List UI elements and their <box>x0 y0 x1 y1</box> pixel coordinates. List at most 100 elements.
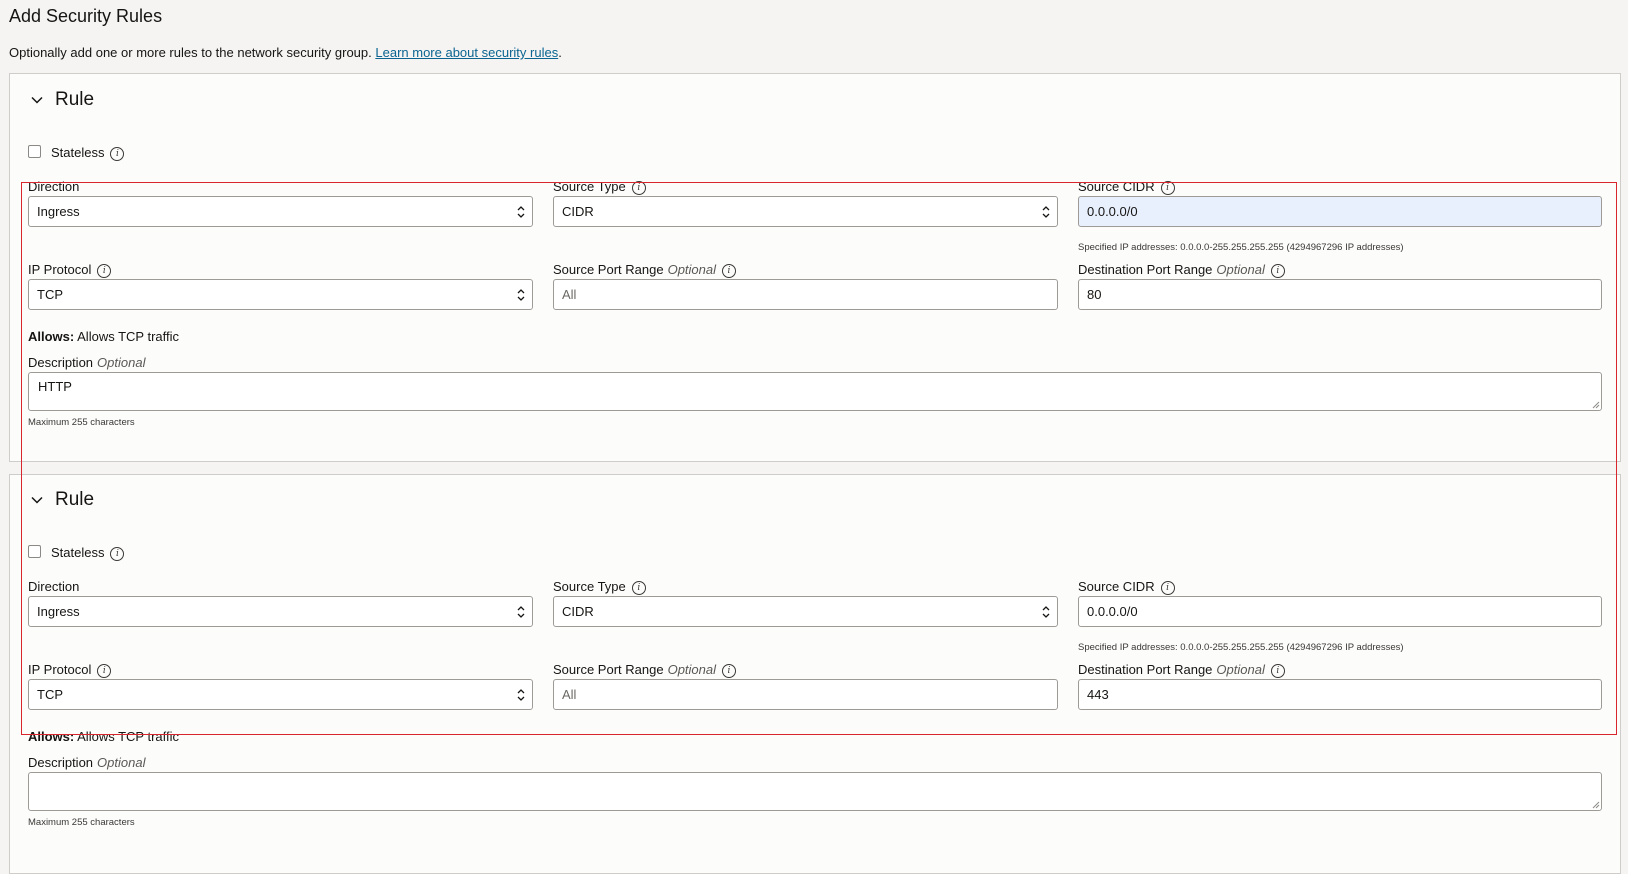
destination-port-range-input[interactable]: 443 <box>1078 679 1602 710</box>
ip-protocol-select-value: TCP <box>37 287 63 302</box>
optional-tag: Optional <box>97 755 146 770</box>
description-label: Description Optional <box>28 755 145 770</box>
description-textarea-value: HTTP <box>38 379 72 394</box>
optional-tag: Optional <box>667 662 716 677</box>
source-cidr-input-value: 0.0.0.0/0 <box>1087 204 1138 219</box>
source-cidr-input[interactable]: 0.0.0.0/0 <box>1078 596 1602 627</box>
direction-select[interactable]: Ingress <box>28 596 533 627</box>
direction-select[interactable]: Ingress <box>28 196 533 227</box>
optional-tag: Optional <box>1216 662 1265 677</box>
source-cidr-helper: Specified IP addresses: 0.0.0.0-255.255.… <box>1078 642 1404 653</box>
source-type-select[interactable]: CIDR <box>553 596 1058 627</box>
stateless-label: Stateless i <box>51 145 125 161</box>
max-characters-note: Maximum 255 characters <box>28 817 135 828</box>
source-type-label-text: Source Type <box>553 579 626 594</box>
source-port-range-label: Source Port Range Optional i <box>553 662 736 678</box>
optional-tag: Optional <box>1216 262 1265 277</box>
source-type-select-value: CIDR <box>562 604 594 619</box>
source-port-range-label-text: Source Port Range <box>553 662 664 677</box>
source-port-range-label: Source Port Range Optional i <box>553 262 736 278</box>
source-port-range-input[interactable]: All <box>553 279 1058 310</box>
allows-prefix: Allows: <box>28 729 75 744</box>
destination-port-range-label-text: Destination Port Range <box>1078 662 1213 677</box>
source-type-label: Source Type i <box>553 179 646 195</box>
direction-select-value: Ingress <box>37 204 80 219</box>
source-cidr-helper: Specified IP addresses: 0.0.0.0-255.255.… <box>1078 242 1404 253</box>
ip-protocol-label: IP Protocol i <box>28 262 112 278</box>
source-type-select[interactable]: CIDR <box>553 196 1058 227</box>
info-icon[interactable]: i <box>110 146 125 161</box>
stateless-checkbox[interactable] <box>28 145 41 158</box>
direction-label: Direction <box>28 579 80 594</box>
source-port-range-label-text: Source Port Range <box>553 262 664 277</box>
description-label: Description Optional <box>28 355 145 370</box>
learn-more-security-rules-link[interactable]: Learn more about security rules <box>375 45 558 60</box>
select-arrows-icon <box>1042 206 1050 218</box>
ip-protocol-label: IP Protocol i <box>28 662 112 678</box>
source-port-range-placeholder: All <box>562 687 577 702</box>
chevron-down-icon[interactable] <box>30 493 44 507</box>
destination-port-range-label: Destination Port Range Optional i <box>1078 662 1285 678</box>
source-cidr-input[interactable]: 0.0.0.0/0 <box>1078 196 1602 227</box>
select-arrows-icon <box>1042 606 1050 618</box>
info-icon[interactable]: i <box>97 263 112 278</box>
ip-protocol-label-text: IP Protocol <box>28 262 92 277</box>
info-icon[interactable]: i <box>631 580 646 595</box>
description-label-text: Description <box>28 355 94 370</box>
info-icon[interactable]: i <box>1160 580 1175 595</box>
destination-port-range-label: Destination Port Range Optional i <box>1078 262 1285 278</box>
destination-port-range-value: 443 <box>1087 687 1109 702</box>
info-icon[interactable]: i <box>1270 263 1285 278</box>
resize-grip-icon[interactable] <box>1591 400 1600 409</box>
source-port-range-input[interactable]: All <box>553 679 1058 710</box>
allows-prefix: Allows: <box>28 329 75 344</box>
destination-port-range-label-text: Destination Port Range <box>1078 262 1213 277</box>
stateless-label-text: Stateless <box>51 145 105 160</box>
source-cidr-input-value: 0.0.0.0/0 <box>1087 604 1138 619</box>
page-title: Add Security Rules <box>9 6 163 26</box>
source-cidr-label-text: Source CIDR <box>1078 579 1155 594</box>
allows-value: Allows TCP traffic <box>77 729 180 744</box>
source-port-range-placeholder: All <box>562 287 577 302</box>
max-characters-note: Maximum 255 characters <box>28 417 135 428</box>
stateless-label-text: Stateless <box>51 545 105 560</box>
rule-panel-2: Rule Stateless i Direction Ingress Source… <box>9 474 1621 874</box>
description-textarea[interactable]: HTTP <box>28 372 1602 411</box>
source-type-label-text: Source Type <box>553 179 626 194</box>
page-description-suffix: . <box>558 45 562 60</box>
direction-label: Direction <box>28 179 80 194</box>
rule-title[interactable]: Rule <box>55 89 94 111</box>
allows-text: Allows: Allows TCP traffic <box>28 329 179 344</box>
page-description: Optionally add one or more rules to the … <box>9 45 562 60</box>
source-cidr-label: Source CIDR i <box>1078 579 1175 595</box>
page-description-text: Optionally add one or more rules to the … <box>9 45 372 60</box>
info-icon[interactable]: i <box>1270 663 1285 678</box>
description-textarea[interactable] <box>28 772 1602 811</box>
ip-protocol-select-value: TCP <box>37 687 63 702</box>
ip-protocol-select[interactable]: TCP <box>28 279 533 310</box>
info-icon[interactable]: i <box>110 546 125 561</box>
destination-port-range-input[interactable]: 80 <box>1078 279 1602 310</box>
info-icon[interactable]: i <box>97 663 112 678</box>
source-type-label: Source Type i <box>553 579 646 595</box>
ip-protocol-select[interactable]: TCP <box>28 679 533 710</box>
info-icon[interactable]: i <box>1160 180 1175 195</box>
resize-grip-icon[interactable] <box>1591 800 1600 809</box>
ip-protocol-label-text: IP Protocol <box>28 662 92 677</box>
destination-port-range-value: 80 <box>1087 287 1102 302</box>
select-arrows-icon <box>517 689 525 701</box>
info-icon[interactable]: i <box>631 180 646 195</box>
info-icon[interactable]: i <box>722 663 736 678</box>
rule-title[interactable]: Rule <box>55 489 94 511</box>
allows-text: Allows: Allows TCP traffic <box>28 729 179 744</box>
source-cidr-label-text: Source CIDR <box>1078 179 1155 194</box>
stateless-checkbox[interactable] <box>28 545 41 558</box>
stateless-label: Stateless i <box>51 545 125 561</box>
chevron-down-icon[interactable] <box>30 93 44 107</box>
direction-select-value: Ingress <box>37 604 80 619</box>
description-label-text: Description <box>28 755 94 770</box>
rule-panel-1: Rule Stateless i Direction Ingress Source… <box>9 73 1621 462</box>
source-type-select-value: CIDR <box>562 204 594 219</box>
allows-value: Allows TCP traffic <box>77 329 180 344</box>
info-icon[interactable]: i <box>722 263 736 278</box>
